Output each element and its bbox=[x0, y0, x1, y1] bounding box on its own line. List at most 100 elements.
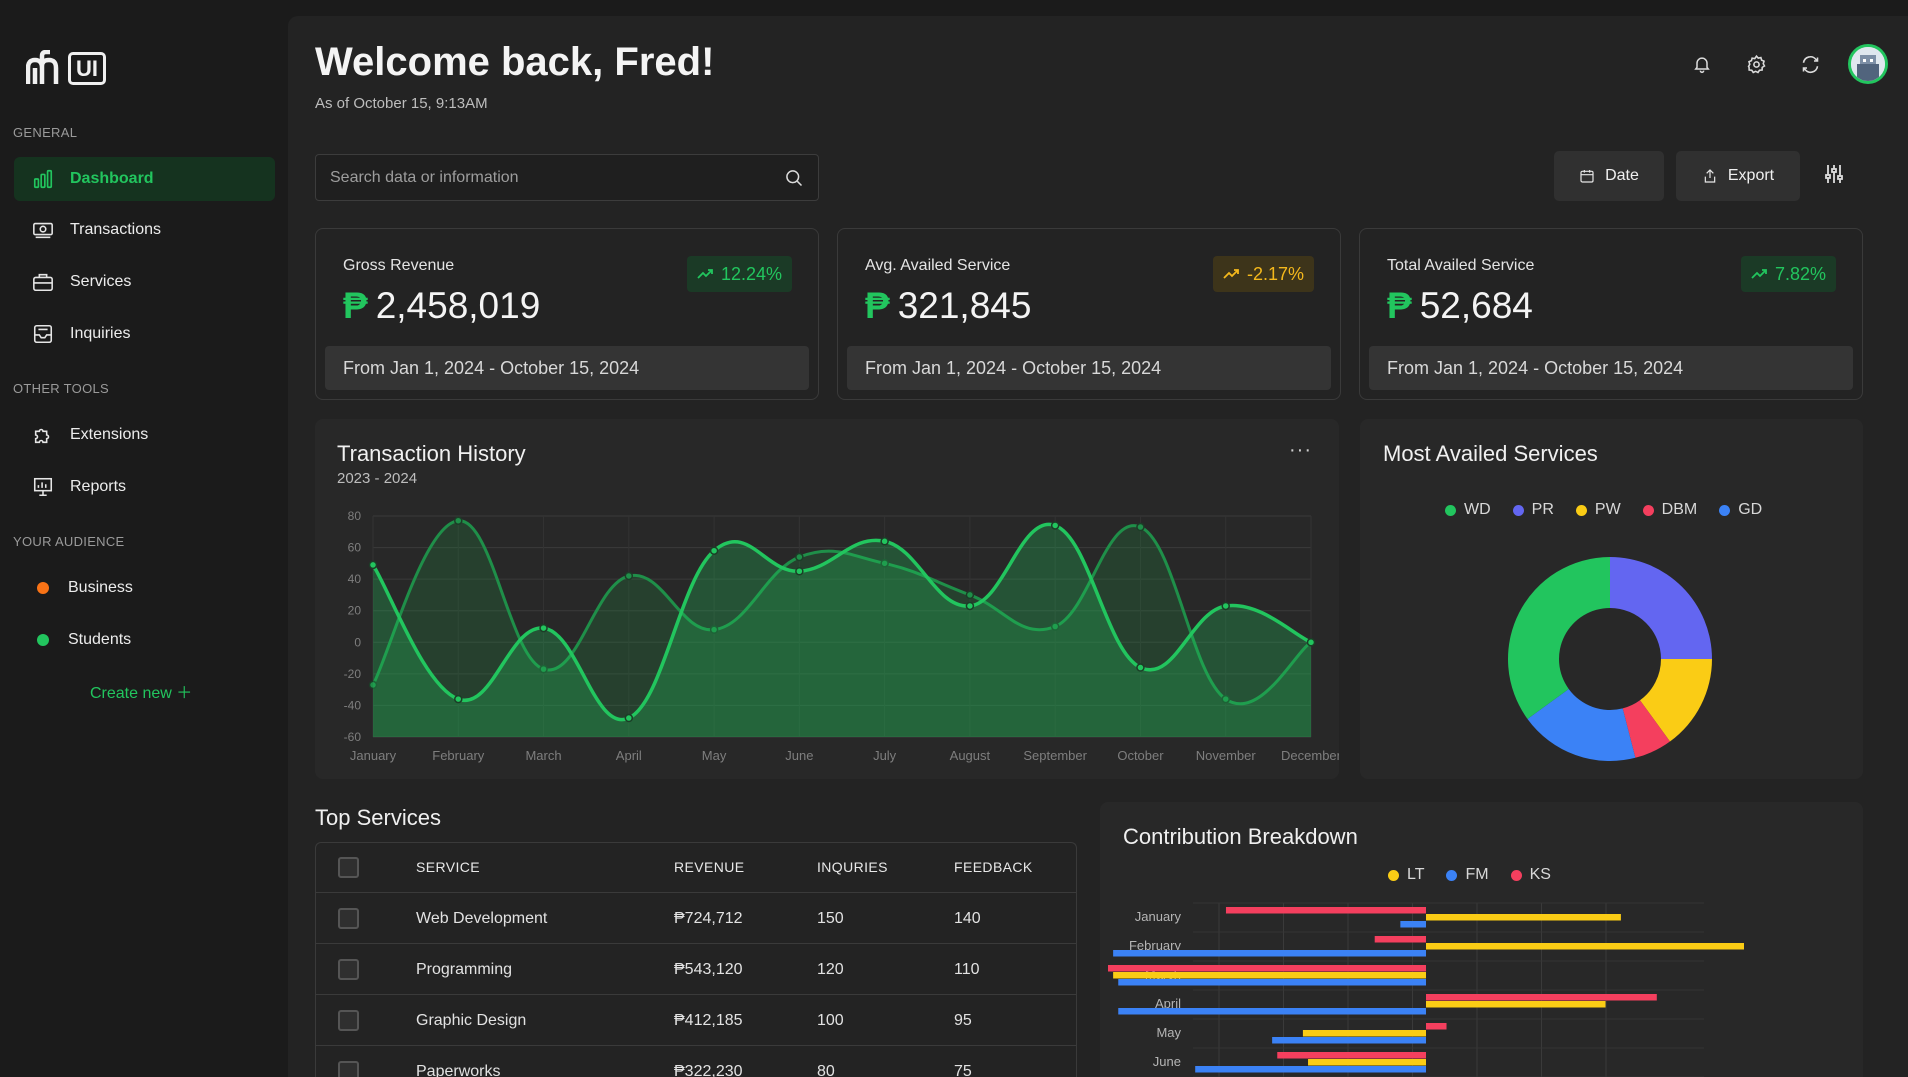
stat-label: Avg. Availed Service bbox=[865, 257, 1011, 274]
stat-value: ₱ 52,684 bbox=[1387, 285, 1533, 327]
section-your-audience: YOUR AUDIENCE bbox=[13, 534, 125, 549]
search-input[interactable] bbox=[330, 168, 784, 187]
service-cell: Paperworks bbox=[416, 1063, 501, 1077]
inbox-icon bbox=[33, 324, 53, 344]
gear-icon[interactable] bbox=[1740, 48, 1772, 80]
feedback-cell: 75 bbox=[954, 1063, 972, 1077]
x-tick-label: March bbox=[525, 748, 561, 763]
x-tick-label: January bbox=[350, 748, 397, 763]
main-panel: Welcome back, Fred! As of October 15, 9:… bbox=[288, 16, 1908, 1077]
stat-label: Gross Revenue bbox=[343, 257, 455, 274]
x-tick-label: June bbox=[785, 748, 813, 763]
data-point bbox=[624, 713, 634, 723]
students-dot-icon bbox=[37, 634, 49, 646]
revenue-cell: ₱322,230 bbox=[674, 1063, 743, 1077]
row-checkbox[interactable] bbox=[338, 1061, 359, 1077]
data-point bbox=[1050, 521, 1060, 530]
pie-slice bbox=[1610, 557, 1712, 659]
create-new-button[interactable]: Create new ＋ bbox=[90, 679, 192, 703]
bar bbox=[1302, 1030, 1426, 1037]
trend-value: 12.24% bbox=[720, 263, 782, 284]
sidebar-item-inquiries[interactable]: Inquiries bbox=[14, 312, 275, 356]
data-point bbox=[880, 537, 889, 546]
pie-slice bbox=[1508, 557, 1610, 719]
currency-symbol: ₱ bbox=[343, 285, 368, 326]
y-tick-label: 20 bbox=[348, 604, 362, 618]
row-checkbox[interactable] bbox=[338, 1010, 359, 1031]
y-tick-label: May bbox=[1156, 1025, 1181, 1040]
refresh-icon[interactable] bbox=[1794, 48, 1826, 80]
feedback-cell: 110 bbox=[954, 961, 980, 978]
filter-button[interactable] bbox=[1824, 163, 1844, 190]
sidebar-item-label: Services bbox=[70, 273, 132, 290]
stat-number: 2,458,019 bbox=[375, 285, 541, 326]
bar bbox=[1195, 1066, 1426, 1073]
inquiries-cell: 150 bbox=[817, 910, 844, 927]
stat-label: Total Availed Service bbox=[1387, 257, 1535, 274]
most-availed-services-panel: Most Availed Services WD PR PW DBM GD bbox=[1360, 419, 1863, 779]
transaction-history-chart: 80 60 40 20 0 -20 -40 -60 January February March Ap… bbox=[344, 509, 1339, 763]
page-title: Welcome back, Fred! bbox=[315, 40, 715, 84]
section-other-tools: OTHER TOOLS bbox=[13, 381, 110, 396]
header-actions bbox=[1686, 44, 1888, 84]
bar bbox=[1400, 921, 1426, 928]
sidebar-item-label: Inquiries bbox=[70, 325, 131, 342]
y-tick-label: -40 bbox=[344, 698, 362, 712]
date-button[interactable]: Date bbox=[1554, 151, 1664, 201]
sidebar-item-extensions[interactable]: Extensions bbox=[14, 413, 275, 457]
stat-number: 52,684 bbox=[1419, 285, 1533, 326]
trend-badge: 7.82% bbox=[1740, 256, 1836, 292]
bar bbox=[1113, 950, 1426, 957]
feedback-cell: 140 bbox=[954, 910, 981, 927]
table-row[interactable]: Graphic Design ₱412,185 100 95 bbox=[316, 996, 1076, 1046]
date-button-label: Date bbox=[1605, 167, 1639, 184]
trend-up-icon bbox=[1223, 269, 1239, 279]
y-tick-label: 60 bbox=[348, 541, 362, 555]
avatar[interactable] bbox=[1848, 44, 1888, 84]
bar bbox=[1426, 943, 1744, 950]
sidebar-item-transactions[interactable]: Transactions bbox=[14, 208, 275, 252]
trend-up-icon bbox=[697, 269, 713, 279]
stat-value: ₱ 321,845 bbox=[865, 285, 1031, 327]
select-all-checkbox[interactable] bbox=[338, 857, 359, 878]
data-point bbox=[1306, 638, 1316, 647]
trend-up-icon bbox=[1751, 269, 1767, 279]
bar bbox=[1277, 1052, 1426, 1059]
sidebar-item-reports[interactable]: Reports bbox=[14, 465, 275, 509]
sidebar-item-business[interactable]: Business bbox=[14, 566, 275, 610]
y-tick-label: June bbox=[1153, 1054, 1181, 1069]
search-icon[interactable] bbox=[784, 168, 804, 188]
inquiries-cell: 80 bbox=[817, 1063, 835, 1077]
y-tick-label: -20 bbox=[344, 667, 362, 681]
data-point bbox=[539, 623, 548, 633]
sidebar-item-label: Dashboard bbox=[70, 170, 154, 187]
x-tick-label: May bbox=[702, 748, 727, 763]
table-row[interactable]: Programming ₱543,120 120 110 bbox=[316, 945, 1076, 995]
bar bbox=[1426, 1001, 1606, 1008]
sidebar-item-services[interactable]: Services bbox=[14, 260, 275, 304]
currency-symbol: ₱ bbox=[1387, 285, 1412, 326]
sidebar-item-students[interactable]: Students bbox=[14, 618, 275, 662]
bell-icon[interactable] bbox=[1686, 48, 1718, 80]
table-row[interactable]: Web Development ₱724,712 150 140 bbox=[316, 894, 1076, 944]
y-tick-label: 80 bbox=[348, 509, 362, 523]
bar-chart-icon bbox=[33, 169, 53, 189]
row-checkbox[interactable] bbox=[338, 959, 359, 980]
column-header: INQURIES bbox=[817, 859, 888, 875]
data-point bbox=[965, 601, 975, 611]
table-row[interactable]: Paperworks ₱322,230 80 75 bbox=[316, 1047, 1076, 1077]
sidebar-item-label: Business bbox=[68, 579, 133, 596]
bar bbox=[1118, 979, 1426, 986]
app-logo[interactable]: UI bbox=[26, 50, 106, 86]
bar bbox=[1426, 914, 1621, 921]
row-checkbox[interactable] bbox=[338, 908, 359, 929]
export-button[interactable]: Export bbox=[1676, 151, 1800, 201]
x-tick-label: February bbox=[432, 748, 485, 763]
logo-mark-icon bbox=[26, 50, 59, 84]
data-point bbox=[795, 567, 804, 576]
bar bbox=[1108, 965, 1426, 972]
column-header: FEEDBACK bbox=[954, 859, 1033, 875]
x-tick-label: December bbox=[1281, 748, 1339, 763]
sidebar-item-dashboard[interactable]: Dashboard bbox=[14, 157, 275, 201]
bar bbox=[1113, 972, 1426, 979]
